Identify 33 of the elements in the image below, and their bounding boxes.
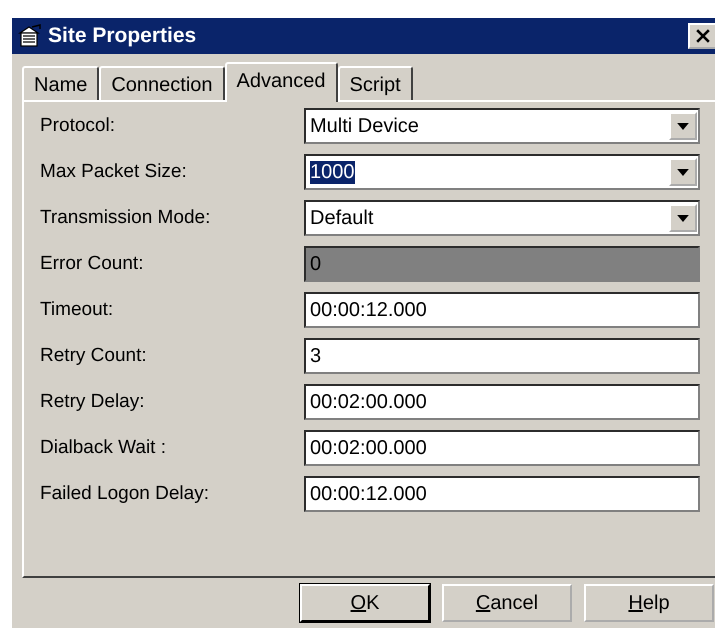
close-button[interactable] [688, 23, 715, 49]
dialog-button[interactable]: Help [584, 584, 714, 622]
field-label: Protocol: [39, 115, 116, 137]
input-field[interactable]: 00:00:12.000 [304, 476, 700, 512]
field-label: Failed Logon Delay: [39, 483, 210, 505]
tab[interactable]: Advanced [224, 62, 338, 102]
field-label: Retry Count: [39, 345, 148, 367]
input-field[interactable]: 00:02:00.000 [304, 384, 700, 420]
tab[interactable]: Name [22, 66, 100, 100]
dialog-button[interactable]: OK [300, 584, 430, 622]
close-icon [696, 29, 710, 43]
caret-icon [677, 214, 689, 222]
window-title: Site Properties [48, 24, 198, 48]
dropdown-arrow-button[interactable] [669, 204, 697, 232]
field-label: Timeout: [39, 299, 114, 321]
dropdown-arrow-button[interactable] [669, 112, 697, 140]
dropdown-field[interactable]: 1000 [304, 154, 700, 190]
tab[interactable]: Script [338, 66, 413, 100]
field-label: Retry Delay: [39, 391, 146, 413]
input-field[interactable]: 00:02:00.000 [304, 430, 700, 466]
caret-icon [677, 122, 689, 130]
input-field[interactable]: 00:00:12.000 [304, 292, 700, 328]
dropdown-field[interactable]: Default [304, 200, 700, 236]
dropdown-field[interactable]: Multi Device [304, 108, 700, 144]
building-icon [18, 24, 42, 48]
dialog-button[interactable]: Cancel [442, 584, 572, 622]
field-label: Error Count: [39, 253, 144, 275]
field-label: Transmission Mode: [39, 207, 212, 229]
field-label: Dialback Wait : [39, 437, 167, 459]
field-label: Max Packet Size: [39, 161, 188, 183]
dropdown-arrow-button[interactable] [669, 158, 697, 186]
caret-icon [677, 168, 689, 176]
input-field[interactable]: 3 [304, 338, 700, 374]
